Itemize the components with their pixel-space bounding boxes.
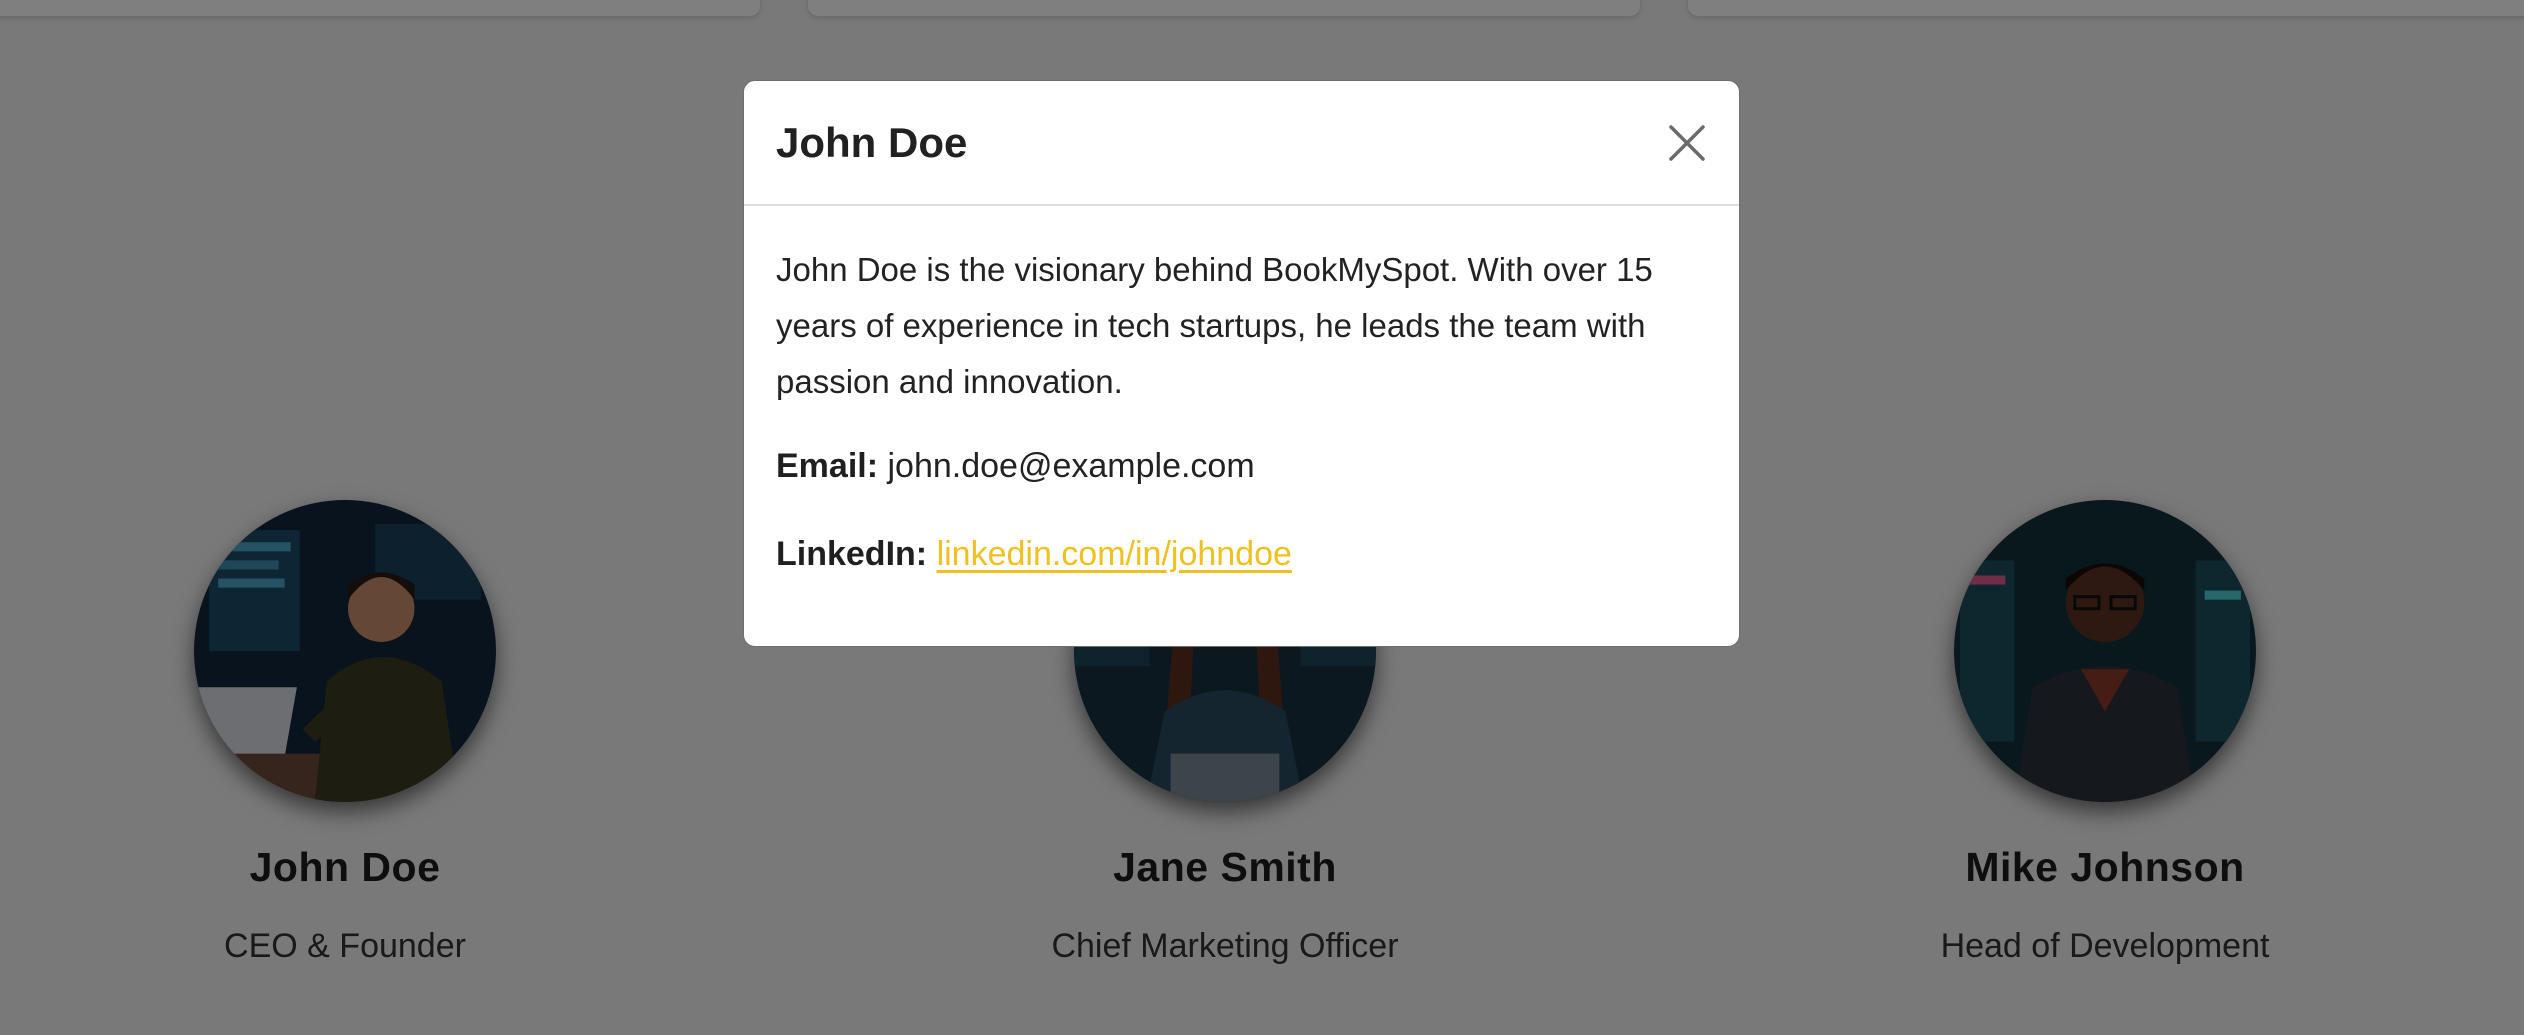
- linkedin-row: LinkedIn: linkedin.com/in/johndoe: [776, 526, 1707, 582]
- email-value: john.doe@example.com: [887, 447, 1255, 485]
- email-row: Email: john.doe@example.com: [776, 438, 1707, 494]
- modal-header: John Doe: [744, 81, 1739, 206]
- modal-title: John Doe: [776, 119, 968, 166]
- modal-body: John Doe is the visionary behind BookMyS…: [744, 206, 1739, 582]
- about-page: John Doe CEO & Founder Jane Smith Chief …: [0, 0, 2524, 1035]
- profile-modal: John Doe John Doe is the visionary behin…: [743, 80, 1740, 647]
- email-label: Email:: [776, 447, 879, 485]
- member-bio: John Doe is the visionary behind BookMyS…: [776, 251, 1653, 400]
- linkedin-link[interactable]: linkedin.com/in/johndoe: [937, 535, 1292, 573]
- close-button[interactable]: [1663, 119, 1711, 167]
- linkedin-label: LinkedIn:: [776, 535, 928, 573]
- close-icon[interactable]: [1663, 119, 1711, 167]
